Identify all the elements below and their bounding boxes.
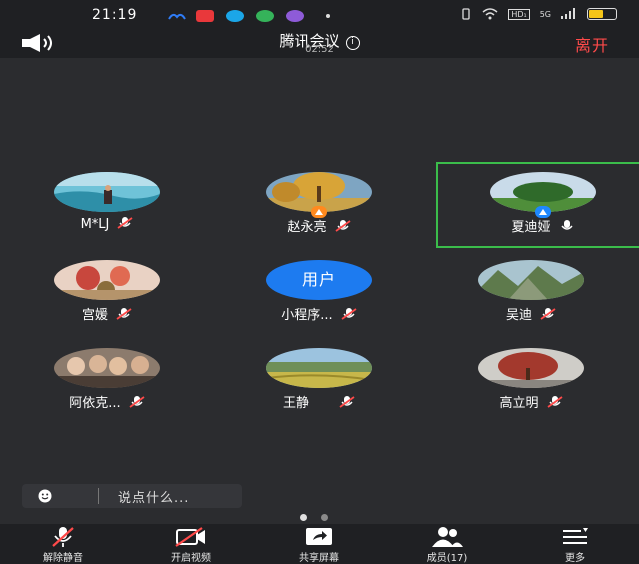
participant-name-row: 王静 [212, 392, 426, 411]
page-indicator [300, 514, 328, 521]
app-icon-green [256, 10, 274, 22]
participant-avatar [478, 260, 584, 300]
vibrate-icon [462, 8, 470, 20]
participant-name: 王静 [282, 396, 309, 411]
participant-tile[interactable]: 吴迪 [424, 250, 638, 336]
user-avatar-placeholder: 用户 [266, 260, 372, 300]
participant-tile[interactable]: 高立明 [424, 338, 638, 424]
participant-name-row: 小程序... [212, 304, 426, 323]
chat-input[interactable]: 说点什么... [22, 484, 242, 508]
page-dot-active [300, 514, 307, 521]
status-icons: HD₁ 5G [460, 8, 617, 20]
participant-name-row: 赵永亮 [212, 216, 426, 235]
participant-tile[interactable]: 赵永亮 [212, 162, 426, 248]
start-video-button[interactable]: 开启视频 [146, 524, 236, 564]
app-icon-red [196, 10, 214, 22]
participant-name: 高立明 [499, 396, 539, 411]
signal-icon [561, 8, 575, 19]
participant-avatar [54, 172, 160, 212]
participant-name: 小程序... [281, 308, 333, 323]
page-dot[interactable] [321, 514, 328, 521]
mic-muted-icon [339, 396, 355, 408]
share-screen-label: 共享屏幕 [299, 553, 339, 564]
mic-muted-icon [117, 217, 133, 229]
mic-muted-icon [52, 527, 74, 547]
chat-divider [98, 488, 99, 504]
video-off-icon [175, 527, 205, 547]
participant-avatar [54, 260, 160, 300]
participant-tile[interactable]: M*LJ [0, 162, 214, 248]
app-icon-purple [286, 10, 304, 22]
bottom-toolbar: 解除静音 开启视频 共享屏幕 成员(17) 更多 [0, 524, 639, 564]
participant-name: 赵永亮 [287, 220, 327, 235]
more-label: 更多 [565, 553, 585, 564]
participant-name-row: 夏迪娅 [438, 216, 639, 235]
participant-tile[interactable]: 用户 小程序... [212, 250, 426, 336]
hd-icon: HD₁ [508, 8, 530, 20]
participant-name: 夏迪娅 [511, 220, 551, 235]
participant-name-row: M*LJ [0, 216, 214, 232]
menu-icon [563, 528, 588, 544]
participant-name-row: 阿依克... [0, 392, 214, 411]
app-icon-cyan [226, 10, 244, 22]
participant-tile-active[interactable]: 夏迪娅 [436, 162, 639, 248]
members-icon [432, 527, 463, 547]
emoji-icon[interactable] [38, 489, 52, 503]
status-time: 21:19 [92, 7, 138, 23]
participant-name: M*LJ [80, 217, 110, 232]
participant-tile[interactable]: 王静 [212, 338, 426, 424]
participant-tile[interactable]: 宫媛 [0, 250, 214, 336]
mic-muted-icon [546, 396, 563, 408]
start-video-label: 开启视频 [171, 553, 211, 564]
leave-button[interactable]: 离开 [575, 32, 609, 56]
participant-avatar [54, 348, 160, 388]
participant-avatar [266, 348, 372, 388]
participant-avatar [478, 348, 584, 388]
mic-muted-icon [129, 396, 145, 408]
status-bar: 21:19 HD₁ 5G [0, 0, 639, 30]
mic-muted-icon [540, 308, 556, 320]
mic-muted-icon [334, 220, 351, 232]
participant-name-row: 吴迪 [424, 304, 638, 323]
members-button[interactable]: 成员(17) [402, 524, 492, 564]
participant-tile[interactable]: 阿依克... [0, 338, 214, 424]
share-screen-button[interactable]: 共享屏幕 [274, 524, 364, 564]
share-screen-icon [306, 528, 332, 545]
meeting-header: 腾讯会议 i 02:52 离开 [0, 30, 639, 58]
battery-icon [587, 8, 617, 20]
dot-icon [326, 14, 330, 18]
wifi-icon [482, 8, 498, 20]
mic-muted-icon [341, 308, 357, 320]
signal-label: 5G [539, 9, 551, 19]
members-label: 成员(17) [426, 553, 468, 564]
more-button[interactable]: 更多 [530, 524, 620, 564]
unmute-button[interactable]: 解除静音 [18, 524, 108, 564]
mic-muted-icon [116, 308, 132, 320]
unmute-label: 解除静音 [43, 553, 83, 564]
participant-name: 宫媛 [81, 308, 108, 323]
participant-name: 阿依克... [69, 396, 121, 411]
participant-name-row: 高立明 [424, 392, 638, 411]
mic-icon [560, 220, 573, 230]
meeting-duration: 02:52 [305, 44, 334, 55]
participant-name-row: 宫媛 [0, 304, 214, 323]
participant-name: 吴迪 [505, 308, 532, 323]
chat-placeholder: 说点什么... [118, 491, 190, 506]
baidu-icon [168, 13, 186, 20]
